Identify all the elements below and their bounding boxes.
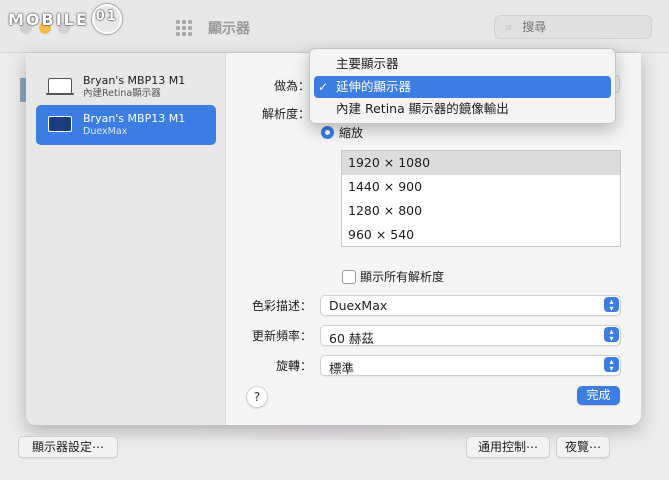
universal-control-button[interactable]: 通用控制⋯ [466, 436, 550, 458]
color-profile-value: DuexMax [329, 298, 388, 313]
sidebar-item-builtin-display[interactable]: Bryan's MBP13 M1 內建Retina顯示器 [36, 67, 216, 107]
menu-item-label: 延伸的顯示器 [336, 79, 412, 94]
menu-item-main-display[interactable]: 主要顯示器 [314, 53, 611, 75]
monitor-icon [46, 116, 74, 134]
resolution-option[interactable]: 1280 × 800 [342, 199, 620, 223]
checkmark-icon: ✓ [318, 80, 329, 94]
show-all-resolutions-label: 顯示所有解析度 [360, 270, 445, 284]
show-all-resolutions-checkbox[interactable] [342, 270, 356, 284]
resolution-list: 1920 × 1080 1440 × 900 1280 × 800 960 × … [341, 150, 621, 247]
color-profile-select[interactable]: DuexMax ▴ ▾ [320, 295, 621, 316]
search-input[interactable] [520, 19, 635, 35]
rotation-select[interactable]: 標準 ▴ ▾ [320, 355, 621, 376]
refresh-rate-label: 更新頻率： [251, 329, 312, 343]
rotation-label: 旋轉： [275, 359, 312, 373]
chevron-updown-icon: ▴ ▾ [604, 357, 619, 372]
display-sidebar: Bryan's MBP13 M1 內建Retina顯示器 Bryan's MBP… [26, 53, 226, 425]
show-all-grid-icon[interactable] [176, 20, 192, 36]
chevron-updown-icon: ▴ ▾ [604, 297, 619, 312]
done-button[interactable]: 完成 [577, 386, 620, 405]
use-as-dropdown-menu: 主要顯示器 ✓ 延伸的顯示器 內建 Retina 顯示器的鏡像輸出 [309, 48, 616, 124]
resolution-option[interactable]: 960 × 540 [342, 223, 620, 247]
help-button[interactable]: ? [246, 386, 268, 408]
refresh-rate-value: 60 赫茲 [329, 331, 374, 346]
menu-item-extended-display[interactable]: ✓ 延伸的顯示器 [314, 76, 611, 98]
color-profile-label: 色彩描述： [251, 299, 312, 313]
sidebar-item-external-display[interactable]: Bryan's MBP13 M1 DuexMax [36, 105, 216, 145]
watermark-logo: MOBILE 01 [8, 4, 122, 34]
night-shift-button[interactable]: 夜覽⋯ [556, 436, 610, 458]
menu-item-label: 主要顯示器 [336, 56, 399, 71]
display-settings-button[interactable]: 顯示器設定⋯ [18, 436, 118, 458]
chevron-updown-icon: ▴ ▾ [604, 327, 619, 342]
window-title: 顯示器 [208, 21, 250, 37]
resolution-option[interactable]: 1920 × 1080 [342, 151, 620, 175]
rotation-value: 標準 [329, 361, 355, 376]
resolution-label: 解析度： [261, 107, 310, 121]
menu-item-label: 內建 Retina 顯示器的鏡像輸出 [336, 101, 509, 116]
display-subtitle: DuexMax [83, 126, 128, 137]
scaled-label: 縮放 [339, 126, 364, 140]
resolution-option[interactable]: 1440 × 900 [342, 175, 620, 199]
scaled-radio[interactable] [321, 126, 334, 139]
laptop-icon [46, 78, 74, 96]
logo-text: MOBILE [8, 9, 89, 29]
refresh-rate-select[interactable]: 60 赫茲 ▴ ▾ [320, 325, 621, 346]
use-as-label: 做為： [273, 79, 310, 93]
display-subtitle: 內建Retina顯示器 [83, 88, 161, 99]
logo-seal: 01 [91, 4, 122, 34]
search-icon: ⌕ [505, 19, 513, 35]
search-field[interactable]: ⌕ [494, 15, 652, 39]
menu-item-mirror-display[interactable]: 內建 Retina 顯示器的鏡像輸出 [314, 98, 611, 120]
display-name: Bryan's MBP13 M1 [83, 112, 186, 125]
display-name: Bryan's MBP13 M1 [83, 74, 186, 87]
